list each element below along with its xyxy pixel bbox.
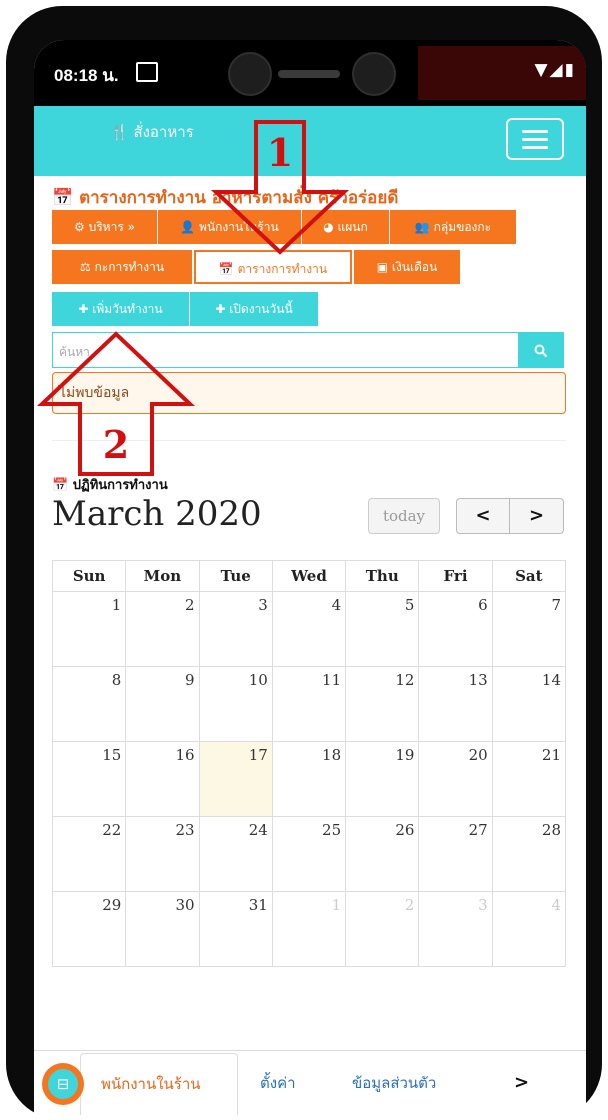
phone-frame: 08:18 น. ▼◢▮ 🍴 สั่งอาหาร 📅 ตารางการทำงาน…	[0, 0, 608, 1120]
annotation-number-2: 2	[103, 422, 129, 467]
annotation-overlay: 1 2	[36, 120, 350, 476]
annotation-number-1: 1	[267, 130, 293, 175]
